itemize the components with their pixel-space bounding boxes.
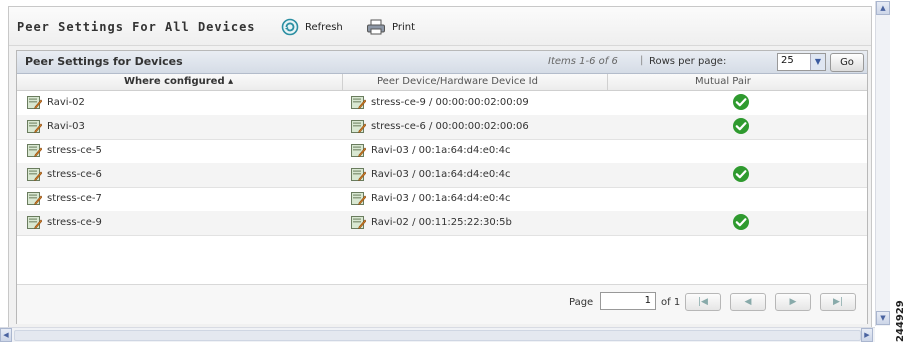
scroll-down-icon[interactable]: ▼ xyxy=(876,311,890,325)
rows-per-page-label: Rows per page: xyxy=(649,56,727,67)
rows-per-page-select[interactable]: 25 ▼ xyxy=(777,53,826,71)
where-configured-cell: Ravi-03 xyxy=(27,119,85,134)
pagination-bar: Page 1 of 1 |◀ ◀ ▶ ▶| xyxy=(17,284,867,324)
edit-icon[interactable] xyxy=(351,143,366,158)
peer-device-cell: stress-ce-6 / 00:00:00:02:00:06 xyxy=(351,119,529,134)
peer-device-cell: Ravi-03 / 00:1a:64:d4:e0:4c xyxy=(351,191,510,206)
scroll-up-icon[interactable]: ▲ xyxy=(876,1,890,15)
next-page-button[interactable]: ▶ xyxy=(775,293,811,311)
mutual-pair-cell xyxy=(732,117,750,135)
page-title: Peer Settings For All Devices xyxy=(17,20,256,34)
table-row[interactable]: stress-ce-9 Ravi-02 / 00:11:25:22:30:5b xyxy=(17,211,867,236)
last-page-icon: ▶| xyxy=(833,297,843,307)
horizontal-scroll-thumb[interactable] xyxy=(14,330,861,341)
peer-device-text[interactable]: stress-ce-6 / 00:00:00:02:00:06 xyxy=(371,121,529,132)
scroll-left-icon[interactable]: ◀ xyxy=(0,328,12,342)
content-panel: Peer Settings For All Devices Refresh Pr… xyxy=(8,6,872,330)
items-count: Items 1-6 of 6 xyxy=(548,56,618,67)
column-divider xyxy=(342,74,343,90)
toolbar: Peer Settings For All Devices Refresh Pr… xyxy=(9,7,871,46)
go-button[interactable]: Go xyxy=(830,53,864,72)
check-icon xyxy=(733,94,749,110)
peer-device-text[interactable]: Ravi-02 / 00:11:25:22:30:5b xyxy=(371,217,512,228)
table-row[interactable]: stress-ce-5 Ravi-03 / 00:1a:64:d4:e0:4c xyxy=(17,139,867,164)
printer-icon xyxy=(367,19,385,35)
edit-icon[interactable] xyxy=(27,143,42,158)
peer-settings-table: Peer Settings for Devices Items 1-6 of 6… xyxy=(16,50,868,324)
where-configured-text[interactable]: stress-ce-7 xyxy=(47,193,102,204)
table-row[interactable]: Ravi-03 stress-ce-6 / 00:00:00:02:00:06 xyxy=(17,115,867,140)
horizontal-scrollbar[interactable]: ◀ ▶ xyxy=(0,327,875,342)
table-row[interactable]: stress-ce-6 Ravi-03 / 00:1a:64:d4:e0:4c xyxy=(17,163,867,188)
peer-device-text[interactable]: stress-ce-9 / 00:00:00:02:00:09 xyxy=(371,97,529,108)
mutual-pair-cell xyxy=(732,213,750,231)
table-row[interactable]: stress-ce-7 Ravi-03 / 00:1a:64:d4:e0:4c xyxy=(17,187,867,212)
page-label: Page xyxy=(569,297,594,308)
previous-page-icon: ◀ xyxy=(744,297,752,307)
column-headers: Where configured ▴ Peer Device/Hardware … xyxy=(17,74,867,91)
header-separator: | xyxy=(640,55,644,66)
edit-icon[interactable] xyxy=(351,167,366,182)
edit-icon[interactable] xyxy=(351,215,366,230)
where-configured-text[interactable]: Ravi-03 xyxy=(47,121,85,132)
print-button[interactable]: Print xyxy=(366,16,415,38)
table-row[interactable]: Ravi-02 stress-ce-9 / 00:00:00:02:00:09 xyxy=(17,91,867,116)
figure-id-text: 244929 xyxy=(895,300,904,342)
where-configured-text[interactable]: stress-ce-5 xyxy=(47,145,102,156)
edit-icon[interactable] xyxy=(351,191,366,206)
peer-device-text[interactable]: Ravi-03 / 00:1a:64:d4:e0:4c xyxy=(371,145,510,156)
peer-device-cell: stress-ce-9 / 00:00:00:02:00:09 xyxy=(351,95,529,110)
edit-icon[interactable] xyxy=(27,215,42,230)
where-configured-cell: stress-ce-9 xyxy=(27,215,102,230)
first-page-icon: |◀ xyxy=(698,297,708,307)
where-configured-text[interactable]: stress-ce-9 xyxy=(47,217,102,228)
vertical-scrollbar[interactable]: ▲ ▼ xyxy=(875,1,890,326)
next-page-icon: ▶ xyxy=(789,297,797,307)
figure-id-watermark: 244929 xyxy=(895,300,904,342)
column-header-peer-device[interactable]: Peer Device/Hardware Device Id xyxy=(377,76,538,87)
column-header-where-configured[interactable]: Where configured ▴ xyxy=(124,76,233,87)
last-page-button[interactable]: ▶| xyxy=(820,293,856,311)
rows-per-page-value: 25 xyxy=(781,55,794,66)
mutual-pair-cell xyxy=(732,93,750,111)
check-icon xyxy=(733,118,749,134)
column-header-mutual-pair[interactable]: Mutual Pair xyxy=(695,76,751,87)
check-icon xyxy=(733,166,749,182)
peer-device-text[interactable]: Ravi-03 / 00:1a:64:d4:e0:4c xyxy=(371,169,510,180)
where-configured-cell: stress-ce-5 xyxy=(27,143,102,158)
edit-icon[interactable] xyxy=(351,119,366,134)
edit-icon[interactable] xyxy=(27,191,42,206)
page-count-label: of 1 xyxy=(661,297,681,308)
table-title: Peer Settings for Devices xyxy=(25,55,183,68)
edit-icon[interactable] xyxy=(351,95,366,110)
refresh-button[interactable]: Refresh xyxy=(281,16,343,38)
column-divider xyxy=(607,74,608,90)
where-configured-cell: stress-ce-7 xyxy=(27,191,102,206)
first-page-button[interactable]: |◀ xyxy=(685,293,721,311)
app-window: Peer Settings For All Devices Refresh Pr… xyxy=(0,0,904,342)
page-number-input[interactable]: 1 xyxy=(600,292,656,310)
refresh-label: Refresh xyxy=(305,21,343,33)
edit-icon[interactable] xyxy=(27,167,42,182)
edit-icon[interactable] xyxy=(27,119,42,134)
where-configured-text[interactable]: stress-ce-6 xyxy=(47,169,102,180)
where-configured-cell: stress-ce-6 xyxy=(27,167,102,182)
print-label: Print xyxy=(392,21,416,33)
table-header-bar: Peer Settings for Devices Items 1-6 of 6… xyxy=(17,51,867,74)
previous-page-button[interactable]: ◀ xyxy=(730,293,766,311)
peer-device-cell: Ravi-03 / 00:1a:64:d4:e0:4c xyxy=(351,143,510,158)
check-icon xyxy=(733,214,749,230)
mutual-pair-cell xyxy=(732,165,750,183)
refresh-icon xyxy=(281,18,299,36)
where-configured-text[interactable]: Ravi-02 xyxy=(47,97,85,108)
where-configured-cell: Ravi-02 xyxy=(27,95,85,110)
chevron-down-icon[interactable]: ▼ xyxy=(810,54,825,70)
peer-device-text[interactable]: Ravi-03 / 00:1a:64:d4:e0:4c xyxy=(371,193,510,204)
peer-device-cell: Ravi-03 / 00:1a:64:d4:e0:4c xyxy=(351,167,510,182)
peer-device-cell: Ravi-02 / 00:11:25:22:30:5b xyxy=(351,215,512,230)
scroll-right-icon[interactable]: ▶ xyxy=(861,328,873,342)
edit-icon[interactable] xyxy=(27,95,42,110)
